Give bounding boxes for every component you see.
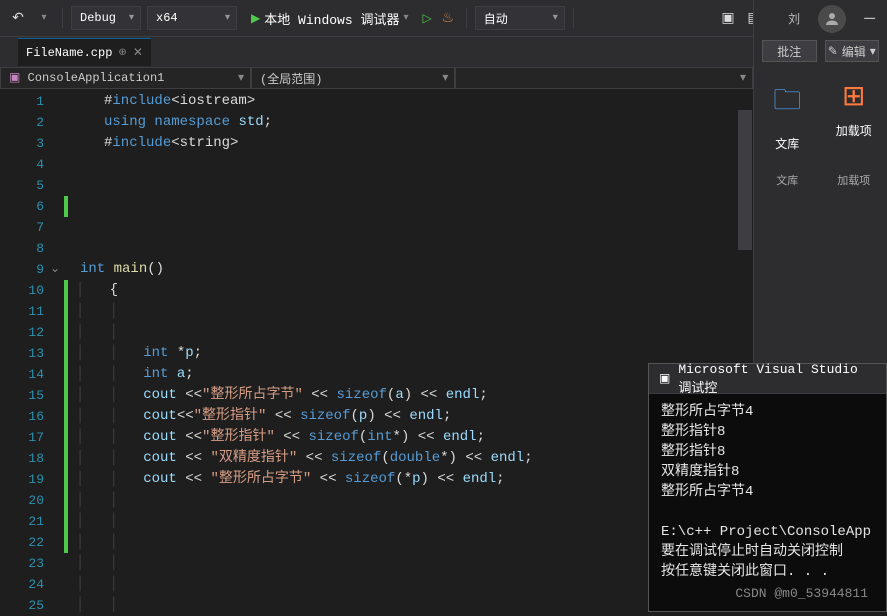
line-number: 1 (0, 91, 62, 112)
file-tab[interactable]: FileName.cpp ⊕ ✕ (18, 38, 151, 66)
line-number: 25 (0, 595, 62, 616)
fold-chevron-icon[interactable]: ⌄ (50, 259, 60, 280)
start-debugging-button[interactable]: ▶ 本地 Windows 调试器 ▾ (243, 6, 416, 30)
scope-bar: ▣ ConsoleApplication1 (全局范围) (0, 67, 753, 89)
line-number: 19 (0, 469, 62, 490)
tile-subtitle: 加载项 (829, 172, 880, 188)
line-number: 5 (0, 175, 62, 196)
line-number: 22 (0, 532, 62, 553)
auto-dropdown[interactable]: 自动 (475, 6, 565, 30)
tiles-row: 🗀 文库 ⊞ 加载项 (754, 65, 887, 166)
scrollbar-thumb[interactable] (738, 110, 752, 250)
play-outline-icon[interactable]: ▷ (423, 11, 432, 26)
avatar[interactable] (818, 5, 846, 33)
platform-dropdown[interactable]: x64 (147, 6, 237, 30)
line-number: 21 (0, 511, 62, 532)
line-number: 7 (0, 217, 62, 238)
toolbox-icon-1[interactable]: ▣ (718, 8, 738, 28)
line-number: 13 (0, 343, 62, 364)
scope-dropdown[interactable]: (全局范围) (251, 67, 455, 89)
line-number: 23 (0, 553, 62, 574)
console-title: Microsoft Visual Studio 调试控 (678, 362, 876, 396)
minimize-icon[interactable]: — (864, 9, 875, 29)
play-icon: ▶ (251, 11, 260, 26)
line-number: 11 (0, 301, 62, 322)
tile-label: 文库 (775, 135, 799, 152)
addins-icon: ⊞ (842, 79, 865, 114)
debug-console: ▣ Microsoft Visual Studio 调试控 整形所占字节4 整形… (648, 363, 887, 612)
line-number: 24 (0, 574, 62, 595)
line-number: 14 (0, 364, 62, 385)
console-title-bar[interactable]: ▣ Microsoft Visual Studio 调试控 (649, 364, 886, 394)
project-dropdown[interactable]: ▣ ConsoleApplication1 (0, 67, 251, 89)
pin-icon[interactable]: ⊕ (118, 47, 126, 59)
line-number: 8 (0, 238, 62, 259)
line-number: 2 (0, 112, 62, 133)
undo-icon[interactable]: ↶ (8, 8, 28, 28)
line-number: 3 (0, 133, 62, 154)
console-icon: ▣ (659, 371, 670, 386)
config-dropdown[interactable]: Debug (71, 6, 141, 30)
subtitles-row: 文库加载项 (754, 166, 887, 194)
member-dropdown[interactable] (455, 67, 753, 89)
line-number: 10 (0, 280, 62, 301)
line-number: 12 (0, 322, 62, 343)
line-number: 18 (0, 448, 62, 469)
line-number: 17 (0, 427, 62, 448)
annotate-button[interactable]: 批注 (762, 40, 817, 62)
hot-reload-icon[interactable]: ♨ (438, 8, 458, 28)
console-output[interactable]: 整形所占字节4 整形指针8 整形指针8 双精度指针8 整形所占字节4 E:\c+… (649, 394, 886, 590)
line-number: 4 (0, 154, 62, 175)
edit-button[interactable]: ✎ 编辑 ▾ (825, 40, 880, 62)
tile-subtitle: 文库 (762, 172, 813, 188)
tile-label: 加载项 (836, 122, 872, 139)
line-number-gutter: 123456789⌄101112131415161718192021222324… (0, 89, 62, 612)
user-label: 刘 (788, 10, 800, 27)
line-number: 9⌄ (0, 259, 62, 280)
line-number: 20 (0, 490, 62, 511)
library-icon: 🗀 (773, 79, 801, 127)
debug-label: 本地 Windows 调试器 (264, 9, 399, 28)
line-number: 6 (0, 196, 62, 217)
watermark: CSDN @m0_53944811 (735, 586, 868, 601)
line-number: 16 (0, 406, 62, 427)
dropdown-arrow-icon[interactable]: ▾ (34, 8, 54, 28)
tab-filename: FileName.cpp (26, 46, 112, 60)
close-icon[interactable]: ✕ (133, 45, 143, 60)
library-tile[interactable]: 🗀 文库 (762, 79, 813, 152)
addins-tile[interactable]: ⊞ 加载项 (829, 79, 880, 152)
line-number: 15 (0, 385, 62, 406)
